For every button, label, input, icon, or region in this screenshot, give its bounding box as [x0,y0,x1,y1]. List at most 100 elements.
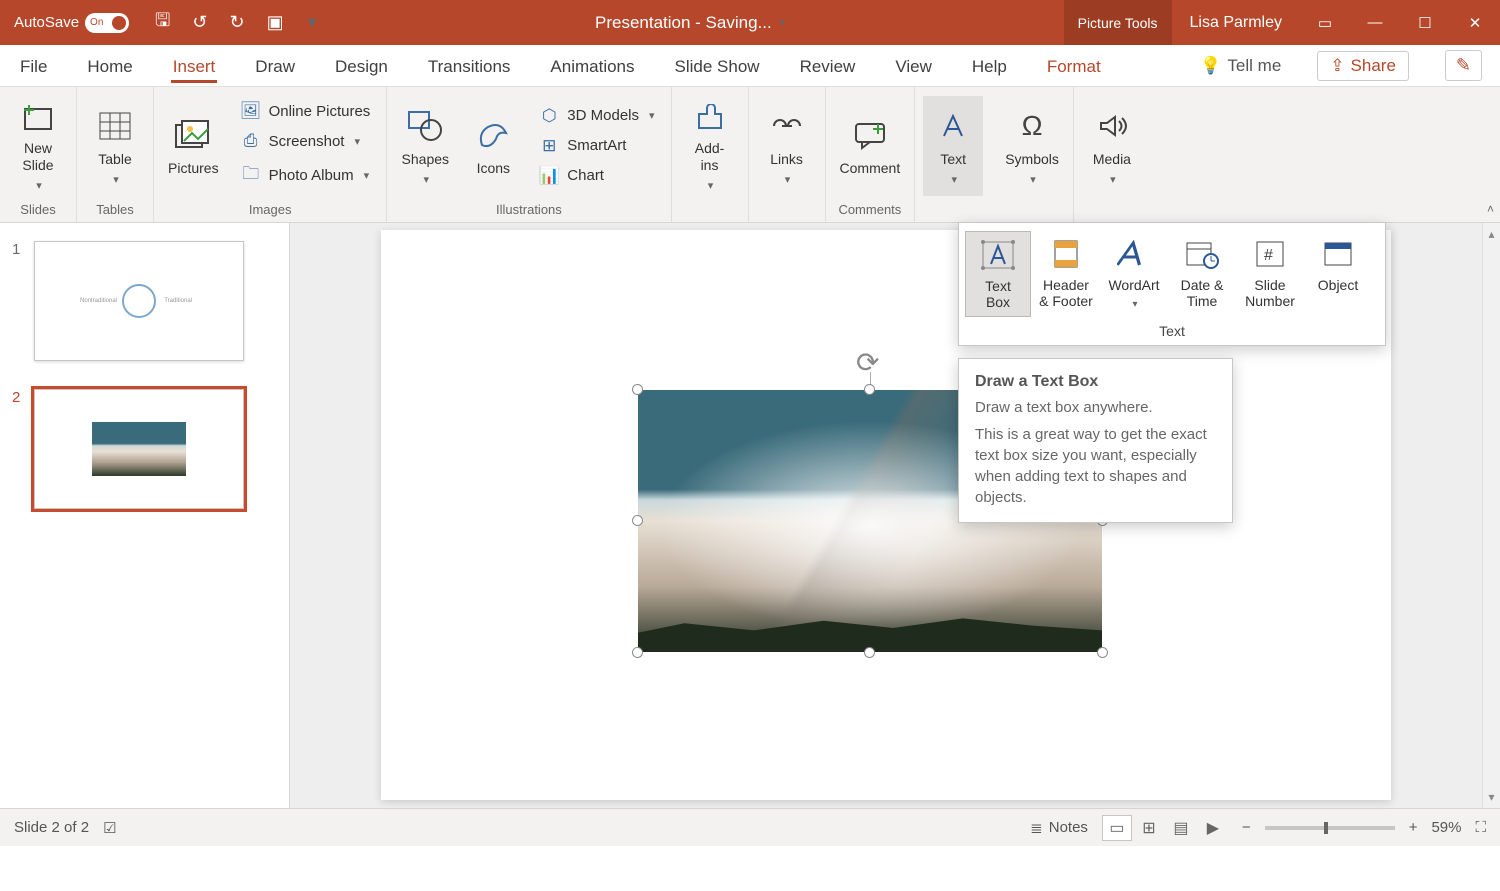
object-button[interactable]: Object [1305,231,1371,317]
notes-button[interactable]: ≣ Notes [1030,819,1088,837]
tab-help[interactable]: Help [970,49,1009,83]
resize-handle-ml[interactable] [632,515,643,526]
date-time-icon [1185,237,1219,271]
status-bar: Slide 2 of 2 ☑ ≣ Notes ▭ ⊞ ▤ ▶ − + 59% ⛶ [0,808,1500,846]
text-box-button[interactable]: Text Box [965,231,1031,317]
shapes-button[interactable]: Shapes▾ [395,96,455,196]
lightbulb-icon: 💡 [1200,56,1221,76]
svg-text:#: # [1264,247,1273,264]
resize-handle-tm[interactable] [864,384,875,395]
ribbon-display-icon[interactable]: ▭ [1300,0,1350,45]
zoom-in-icon[interactable]: + [1409,819,1418,836]
reading-view-icon[interactable]: ▤ [1166,815,1196,841]
slideshow-from-start-icon[interactable]: ▣ [267,12,284,33]
comment-icon: ✎ [1456,55,1471,75]
date-time-button[interactable]: Date & Time [1169,231,1235,317]
thumbnail-1-preview[interactable]: Nontraditional Traditional [34,241,244,361]
collapse-ribbon-icon[interactable]: ˄ [1487,202,1494,216]
thumbnail-2-preview[interactable] [34,389,244,509]
text-group-button[interactable]: Text▾ [923,96,983,196]
wordart-icon [1117,237,1151,271]
toggle-switch-icon[interactable] [85,13,129,33]
autosave-label: AutoSave [14,14,79,31]
slide-thumbnail-panel[interactable]: 1 Nontraditional Traditional 2 [0,223,290,808]
zoom-level[interactable]: 59% [1431,819,1461,836]
thumbnail-1[interactable]: 1 Nontraditional Traditional [12,241,277,361]
autosave-toggle[interactable]: AutoSave [0,13,129,33]
new-slide-icon [21,100,55,136]
maximize-icon[interactable]: ☐ [1400,0,1450,45]
photo-album-button[interactable]: 🗀Photo Album▾ [237,159,375,192]
tab-design[interactable]: Design [333,49,390,83]
resize-handle-bm[interactable] [864,647,875,658]
undo-icon[interactable]: ↺ [192,12,207,33]
cube-icon: ⬡ [539,106,559,126]
redo-icon[interactable]: ↻ [229,12,244,33]
group-comments: Comment Comments [826,87,916,222]
minimize-icon[interactable]: — [1350,0,1400,45]
online-pictures-button[interactable]: 🖼Online Pictures [237,99,375,123]
pictures-button[interactable]: Pictures [162,96,225,196]
links-button[interactable]: Links▾ [757,96,817,196]
customize-qat-icon[interactable]: ▾ [308,12,317,33]
normal-view-icon[interactable]: ▭ [1102,815,1132,841]
group-links: Links▾ [749,87,826,222]
text-box-icon [981,238,1015,272]
share-button[interactable]: ⇪ Share [1317,51,1409,81]
slide-sorter-icon[interactable]: ⊞ [1134,815,1164,841]
wordart-button[interactable]: WordArt▾ [1101,231,1167,317]
slideshow-view-icon[interactable]: ▶ [1198,815,1228,841]
scroll-down-icon[interactable]: ▾ [1488,790,1494,804]
tab-insert[interactable]: Insert [171,49,218,83]
user-name[interactable]: Lisa Parmley [1172,14,1300,32]
icons-button[interactable]: Icons [463,96,523,196]
tab-file[interactable]: File [18,49,49,83]
resize-handle-tl[interactable] [632,384,643,395]
comment-button[interactable]: Comment [834,96,907,196]
fit-to-window-icon[interactable]: ⛶ [1475,819,1486,836]
new-slide-button[interactable]: New Slide ▾ [8,96,68,196]
vertical-scrollbar[interactable]: ▴ ▾ [1482,223,1500,808]
chart-button[interactable]: 📊Chart [535,164,658,188]
resize-handle-br[interactable] [1097,647,1108,658]
tab-draw[interactable]: Draw [253,49,297,83]
3d-models-button[interactable]: ⬡3D Models▾ [535,104,658,128]
slide-number-button[interactable]: # Slide Number [1237,231,1303,317]
view-buttons: ▭ ⊞ ▤ ▶ [1102,815,1228,841]
tooltip-line2: This is a great way to get the exact tex… [975,424,1216,508]
thumbnail-2[interactable]: 2 [12,389,277,509]
table-button[interactable]: Table ▾ [85,96,145,196]
tab-animations[interactable]: Animations [548,49,636,83]
share-icon: ⇪ [1330,56,1344,76]
tab-transitions[interactable]: Transitions [426,49,513,83]
scroll-up-icon[interactable]: ▴ [1488,227,1494,241]
tab-view[interactable]: View [893,49,934,83]
tab-review[interactable]: Review [798,49,858,83]
header-footer-icon [1051,237,1081,271]
tell-me-search[interactable]: 💡 Tell me [1200,56,1281,76]
smartart-button[interactable]: ⊞SmartArt [535,134,658,158]
resize-handle-bl[interactable] [632,647,643,658]
symbols-button[interactable]: Ω Symbols▾ [999,96,1065,196]
header-footer-button[interactable]: Header & Footer [1033,231,1099,317]
slide-position[interactable]: Slide 2 of 2 [14,819,89,836]
tab-format[interactable]: Format [1045,49,1103,83]
table-icon [98,105,132,147]
document-title: Presentation - Saving... ▾ [317,13,1064,33]
comments-pane-button[interactable]: ✎ [1445,50,1482,81]
close-icon[interactable]: ✕ [1450,0,1500,45]
save-icon[interactable]: 🖫 [155,8,170,38]
media-button[interactable]: Media▾ [1082,96,1142,196]
screenshot-button[interactable]: ⎙Screenshot▾ [237,129,375,153]
rotate-handle-icon[interactable]: ⟳ [856,346,879,379]
notes-icon: ≣ [1030,819,1043,837]
tab-slideshow[interactable]: Slide Show [673,49,762,83]
title-dropdown-icon[interactable]: ▾ [780,16,786,29]
quick-access-toolbar: 🖫 ↺ ↻ ▣ ▾ [155,8,317,38]
zoom-slider[interactable] [1265,826,1395,830]
spellcheck-icon[interactable]: ☑ [103,819,116,837]
text-box-tooltip: Draw a Text Box Draw a text box anywhere… [958,358,1233,523]
zoom-out-icon[interactable]: − [1242,819,1251,836]
addins-button[interactable]: Add- ins▾ [680,96,740,196]
tab-home[interactable]: Home [85,49,134,83]
